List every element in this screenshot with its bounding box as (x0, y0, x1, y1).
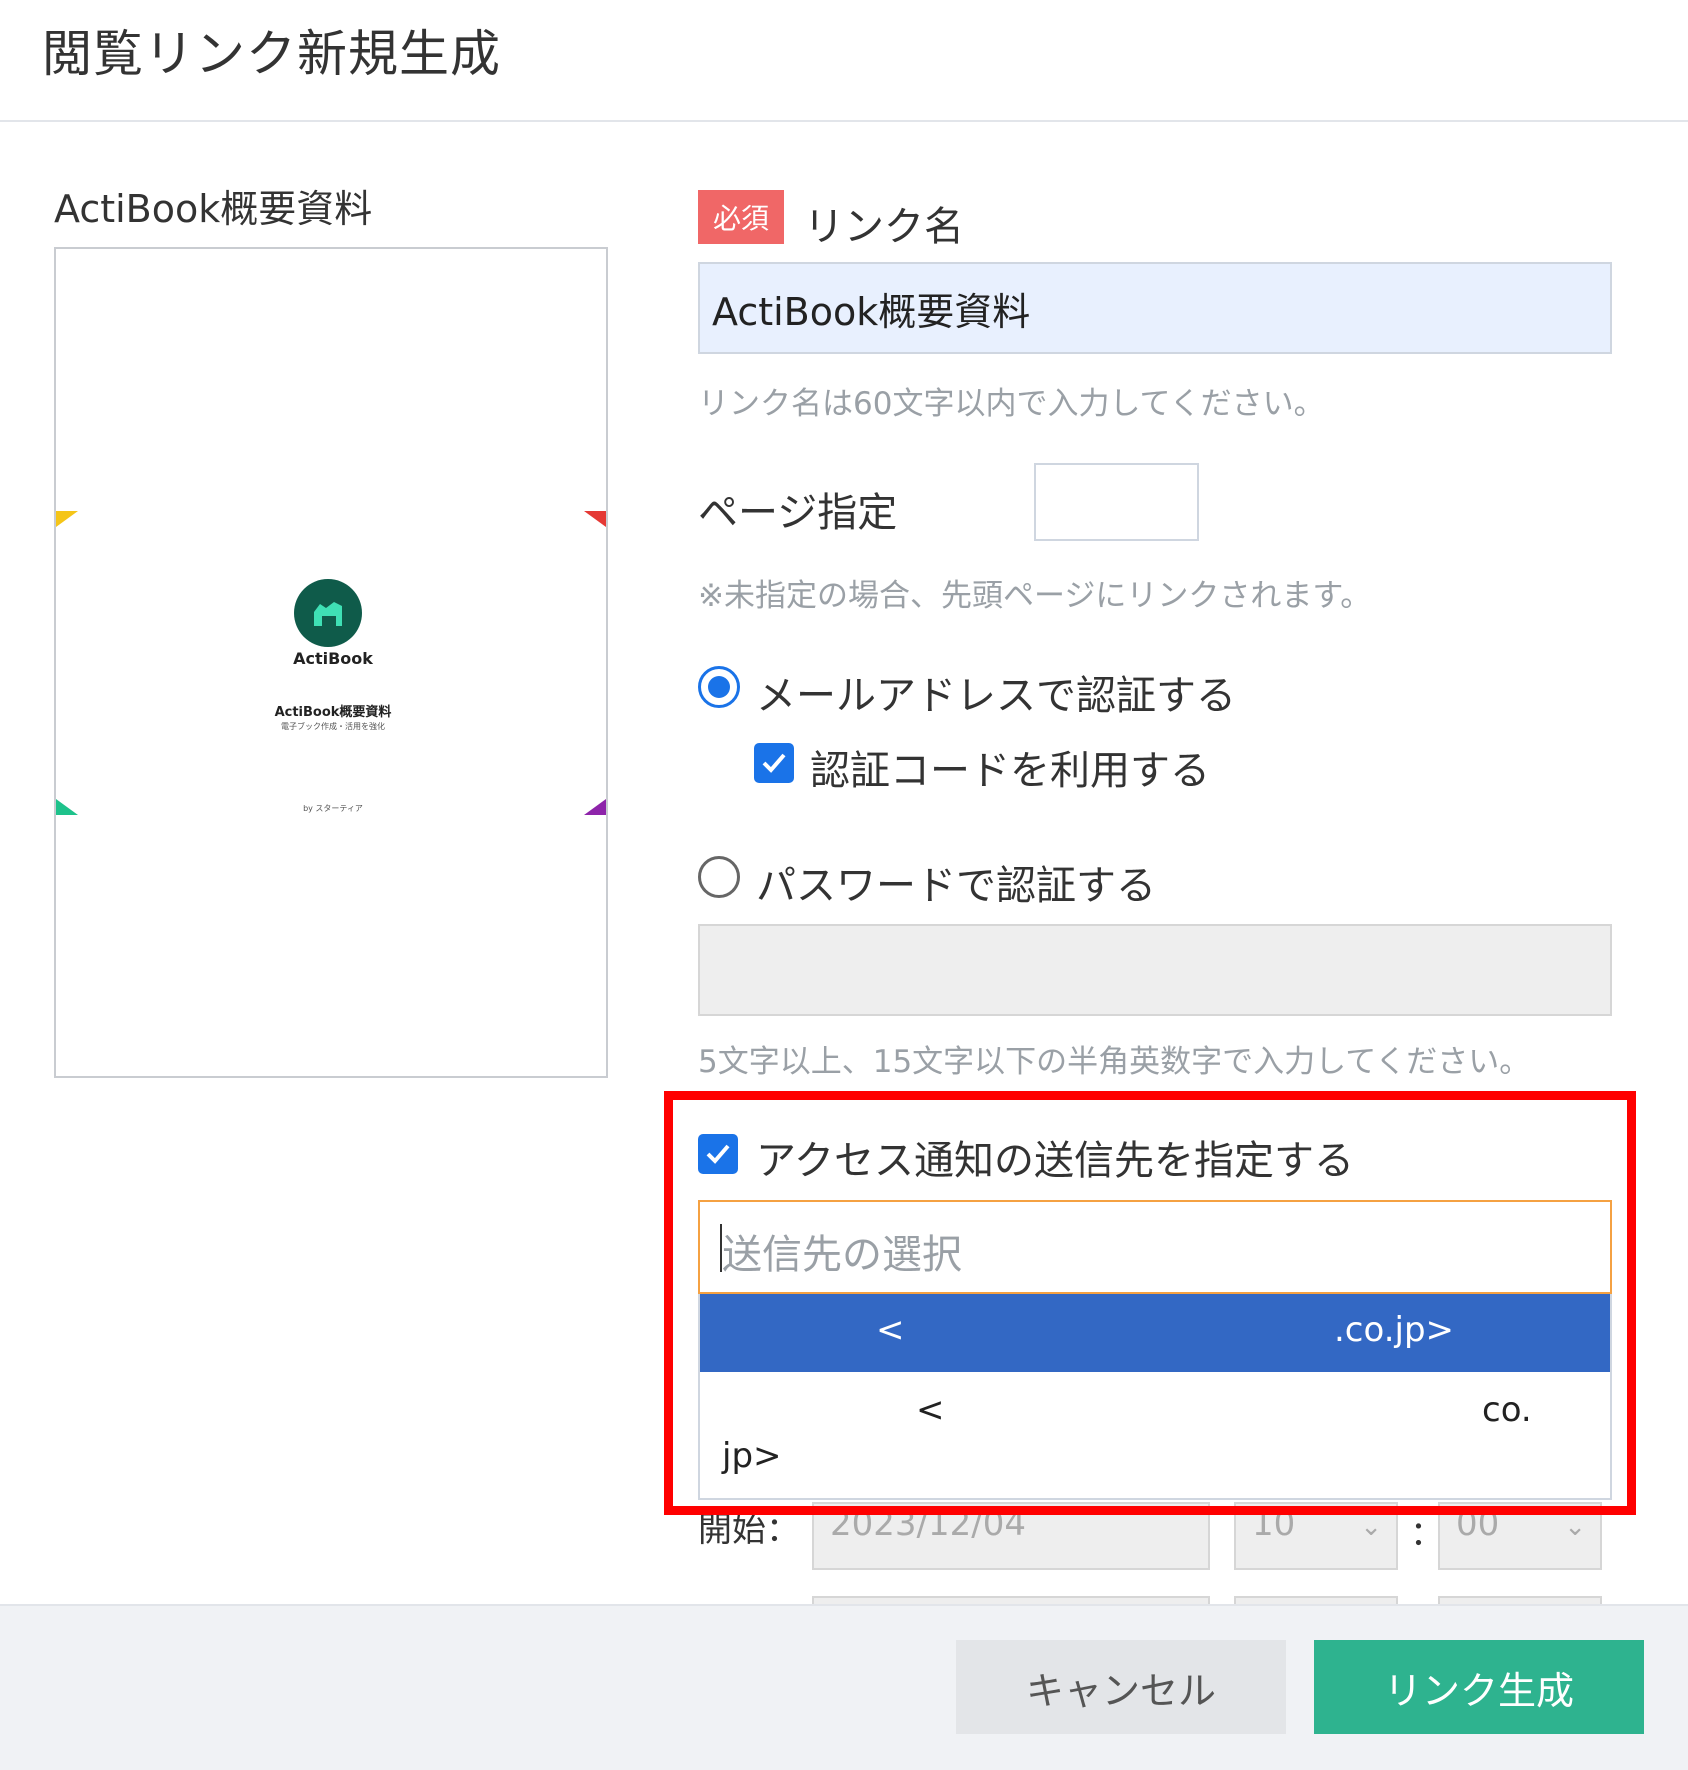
cover-title: ActiBook概要資料 (274, 705, 392, 720)
notify-checkbox[interactable] (698, 1134, 738, 1174)
dialog-footer: キャンセル リンク生成 (0, 1604, 1688, 1770)
document-preview: ActiBook ActiBook概要資料 電子ブック作成・活用を強化 by ス… (54, 247, 608, 1078)
password-input[interactable] (698, 924, 1612, 1016)
chevron-down-icon: ⌄ (1564, 1512, 1586, 1542)
page-input[interactable] (1034, 463, 1199, 541)
corner-mark-top-right (584, 511, 606, 527)
required-badge: 必須 (698, 190, 784, 244)
cover-by-line: by スターティア (303, 804, 363, 813)
auth-password-radio[interactable] (698, 856, 740, 898)
link-name-hint: リンク名は60文字以内で入力してください。 (698, 386, 1325, 422)
option-text-prefix: < (916, 1390, 945, 1430)
recipient-placeholder: 送信先の選択 (722, 1232, 962, 1278)
option-text-domain: .co.jp> (1334, 1310, 1455, 1350)
recipient-dropdown: < .co.jp> < co. jp> (698, 1294, 1612, 1500)
corner-mark-top-left (56, 511, 78, 527)
option-text-domain-tail: jp> (722, 1436, 782, 1476)
option-text-prefix: < (876, 1310, 905, 1350)
recipient-select[interactable]: 送信先の選択 (698, 1200, 1612, 1294)
document-title: ActiBook概要資料 (54, 187, 373, 231)
checkmark-icon (706, 1144, 730, 1164)
use-code-checkbox[interactable] (754, 743, 794, 783)
link-name-input[interactable] (698, 262, 1612, 354)
create-link-button[interactable]: リンク生成 (1314, 1640, 1644, 1734)
password-hint: 5文字以上、15文字以下の半角英数字で入力してください。 (698, 1044, 1531, 1080)
notify-label[interactable]: アクセス通知の送信先を指定する (756, 1128, 1354, 1186)
cover-logo-text: ActiBook (293, 649, 373, 668)
auth-password-label[interactable]: パスワードで認証する (756, 853, 1156, 911)
checkmark-icon (762, 753, 786, 773)
chevron-down-icon: ⌄ (1360, 1512, 1382, 1542)
link-name-label: リンク名 (804, 204, 964, 250)
dialog-title: 閲覧リンク新規生成 (42, 25, 501, 83)
option-text-domain: co. (1482, 1390, 1532, 1430)
actibook-logo-icon (294, 579, 362, 647)
use-code-label[interactable]: 認証コードを利用する (810, 738, 1210, 796)
cancel-button[interactable]: キャンセル (956, 1640, 1286, 1734)
auth-email-label[interactable]: メールアドレスで認証する (756, 663, 1236, 721)
auth-email-radio[interactable] (698, 666, 740, 708)
page-label: ページ指定 (698, 490, 898, 536)
cover-subtitle: 電子ブック作成・活用を強化 (281, 722, 385, 731)
page-hint: ※未指定の場合、先頭ページにリンクされます。 (698, 578, 1372, 614)
dropdown-option[interactable]: < .co.jp> (700, 1294, 1610, 1372)
dialog-header: 閲覧リンク新規生成 (0, 0, 1688, 122)
